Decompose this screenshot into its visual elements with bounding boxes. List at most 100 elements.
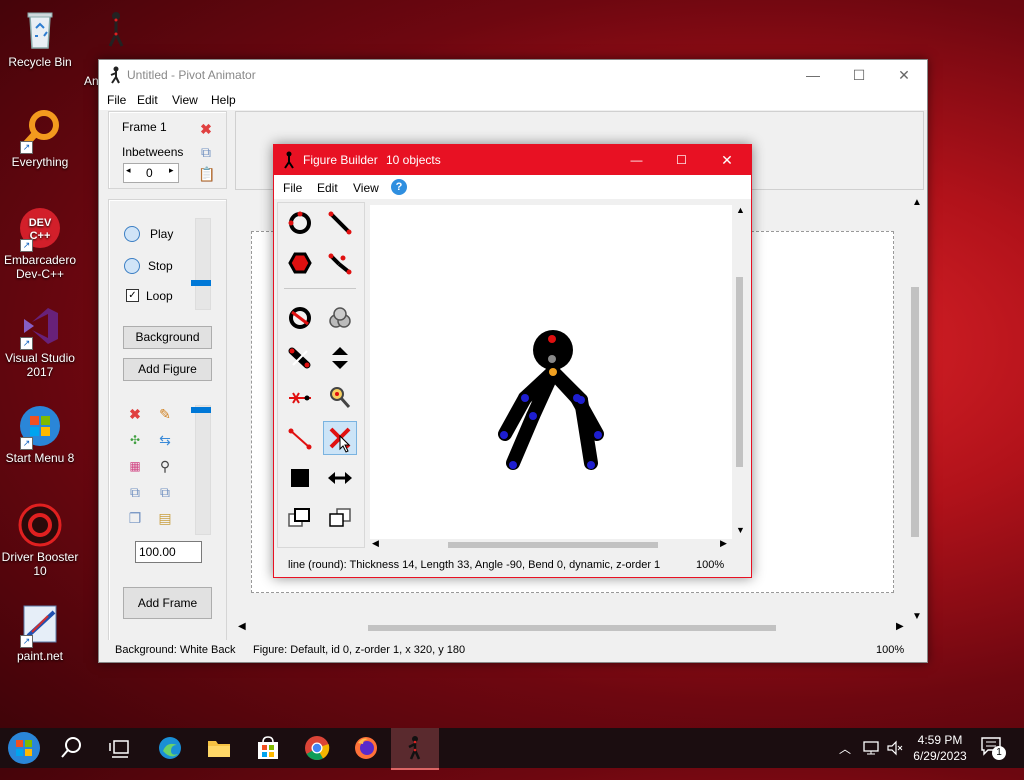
- center-figure-icon[interactable]: ✣: [127, 432, 143, 448]
- notification-center-button[interactable]: 1: [980, 736, 1010, 762]
- close-button[interactable]: ✕: [881, 60, 927, 90]
- scrollbar-thumb[interactable]: [448, 542, 658, 548]
- scrollbar-thumb[interactable]: [736, 277, 743, 467]
- scroll-up-icon[interactable]: ▲: [912, 197, 922, 208]
- stop-icon[interactable]: [124, 258, 140, 274]
- builder-vertical-scrollbar[interactable]: ▲ ▼: [733, 205, 747, 539]
- delete-frame-icon[interactable]: ✖: [198, 121, 214, 137]
- menu-view[interactable]: View: [353, 181, 379, 195]
- handle-elbow-right[interactable]: [573, 394, 581, 402]
- scroll-right-icon[interactable]: ▶: [896, 621, 904, 632]
- help-icon[interactable]: ?: [391, 179, 407, 195]
- search-button[interactable]: [48, 728, 96, 768]
- play-icon[interactable]: [124, 226, 140, 242]
- add-frame-button[interactable]: Add Frame: [123, 587, 212, 619]
- menu-view[interactable]: View: [172, 93, 198, 107]
- play-label[interactable]: Play: [150, 227, 173, 241]
- zoom-pivot-icon[interactable]: [325, 383, 355, 413]
- add-figure-button[interactable]: Add Figure: [123, 358, 212, 381]
- static-segment-icon[interactable]: [285, 343, 315, 373]
- taskbar-store[interactable]: [244, 728, 292, 768]
- taskbar-chrome[interactable]: [293, 728, 341, 768]
- join-icon[interactable]: [325, 303, 355, 333]
- inbetweens-spinner[interactable]: ◂ 0 ▸: [123, 163, 179, 183]
- clock[interactable]: 4:59 PM 6/29/2023: [910, 732, 970, 764]
- handle-neck[interactable]: [548, 355, 556, 363]
- taskbar-edge[interactable]: [146, 728, 194, 768]
- flip-horizontal-icon[interactable]: [325, 463, 355, 493]
- desktop-icon-recycle-bin[interactable]: Recycle Bin: [0, 8, 80, 69]
- loop-checkbox[interactable]: ✓: [126, 289, 139, 302]
- menu-edit[interactable]: Edit: [317, 181, 338, 195]
- send-back-icon[interactable]: ⧉: [157, 484, 173, 500]
- scroll-right-icon[interactable]: ▶: [720, 538, 727, 549]
- canvas-horizontal-scrollbar[interactable]: ◀ ▶: [235, 621, 909, 635]
- inbetweens-value[interactable]: 0: [146, 166, 153, 180]
- segment-line-icon[interactable]: [285, 423, 315, 453]
- spinner-right-icon[interactable]: ▸: [169, 165, 174, 176]
- toggle-filled-icon[interactable]: [285, 303, 315, 333]
- add-circle-icon[interactable]: [285, 208, 315, 238]
- maximize-button[interactable]: ☐: [836, 60, 882, 90]
- desktop-icon-everything[interactable]: ↗ Everything: [0, 108, 80, 169]
- speed-slider[interactable]: [195, 218, 211, 310]
- handle-elbow-left[interactable]: [521, 394, 529, 402]
- copy-figure-icon[interactable]: ❐: [127, 510, 143, 526]
- bring-front-icon[interactable]: ⧉: [127, 484, 143, 500]
- maximize-button[interactable]: ☐: [659, 145, 704, 175]
- handle-foot-right[interactable]: [587, 461, 595, 469]
- menu-file[interactable]: File: [283, 181, 302, 195]
- copy-icon[interactable]: ⧉: [198, 144, 214, 160]
- bring-to-front-icon[interactable]: [285, 503, 315, 533]
- loop-label[interactable]: Loop: [146, 289, 173, 303]
- menu-help[interactable]: Help: [211, 93, 236, 107]
- paste-figure-icon[interactable]: ▤: [157, 510, 173, 526]
- send-to-back-icon[interactable]: [325, 503, 355, 533]
- canvas-vertical-scrollbar[interactable]: ▲ ▼: [909, 197, 925, 627]
- spinner-left-icon[interactable]: ◂: [126, 165, 131, 176]
- taskbar-pivot-animator[interactable]: [391, 728, 439, 770]
- handle-root-orange[interactable]: [549, 368, 557, 376]
- desktop-icon-visual-studio[interactable]: ↗ Visual Studio 2017: [0, 304, 80, 379]
- taskbar-firefox[interactable]: [342, 728, 390, 768]
- close-button[interactable]: ✕: [704, 145, 750, 175]
- handle-hand-right[interactable]: [594, 431, 602, 439]
- scale-slider[interactable]: [195, 405, 211, 535]
- desktop-icon-paint-net[interactable]: ↗ paint.net: [0, 602, 80, 663]
- scroll-left-icon[interactable]: ◀: [372, 538, 379, 549]
- scrollbar-thumb[interactable]: [368, 625, 776, 631]
- desktop-icon-start-menu-8[interactable]: ↗ Start Menu 8: [0, 404, 80, 465]
- flip-figure-icon[interactable]: ⇆: [157, 432, 173, 448]
- volume-muted-icon[interactable]: [886, 740, 904, 756]
- menu-edit[interactable]: Edit: [137, 93, 158, 107]
- scale-slider-thumb[interactable]: [191, 407, 211, 413]
- builder-horizontal-scrollbar[interactable]: ◀ ▶: [370, 538, 732, 552]
- menu-file[interactable]: File: [107, 93, 126, 107]
- stop-label[interactable]: Stop: [148, 259, 173, 273]
- handle-foot-left[interactable]: [509, 461, 517, 469]
- scroll-up-icon[interactable]: ▲: [736, 205, 745, 215]
- taskbar-file-explorer[interactable]: [195, 728, 243, 768]
- start-button[interactable]: [0, 728, 48, 768]
- delete-figure-icon[interactable]: ✖: [127, 406, 143, 422]
- figure-builder-title-bar[interactable]: Figure Builder 10 objects — ☐ ✕: [274, 145, 751, 175]
- color-black-icon[interactable]: [285, 463, 315, 493]
- scroll-down-icon[interactable]: ▼: [736, 525, 745, 535]
- scroll-left-icon[interactable]: ◀: [238, 621, 246, 632]
- scale-input[interactable]: 100.00: [135, 541, 202, 563]
- desktop-icon-driver-booster[interactable]: Driver Booster 10: [0, 503, 80, 578]
- add-polygon-icon[interactable]: [285, 248, 315, 278]
- add-curve-icon[interactable]: [325, 248, 355, 278]
- move-up-down-icon[interactable]: [325, 343, 355, 373]
- speed-slider-thumb[interactable]: [191, 280, 211, 286]
- network-icon[interactable]: [862, 740, 880, 756]
- minimize-button[interactable]: —: [790, 60, 836, 90]
- chevron-up-icon[interactable]: ︿: [839, 740, 851, 757]
- title-bar[interactable]: Untitled - Pivot Animator — ☐ ✕: [99, 60, 927, 90]
- handle-head-red[interactable]: [548, 335, 556, 343]
- handle-knee-left[interactable]: [529, 412, 537, 420]
- background-button[interactable]: Background: [123, 326, 212, 349]
- stick-figure[interactable]: [370, 205, 732, 539]
- split-segment-icon[interactable]: [285, 383, 315, 413]
- edit-figure-icon[interactable]: ✎: [157, 406, 173, 422]
